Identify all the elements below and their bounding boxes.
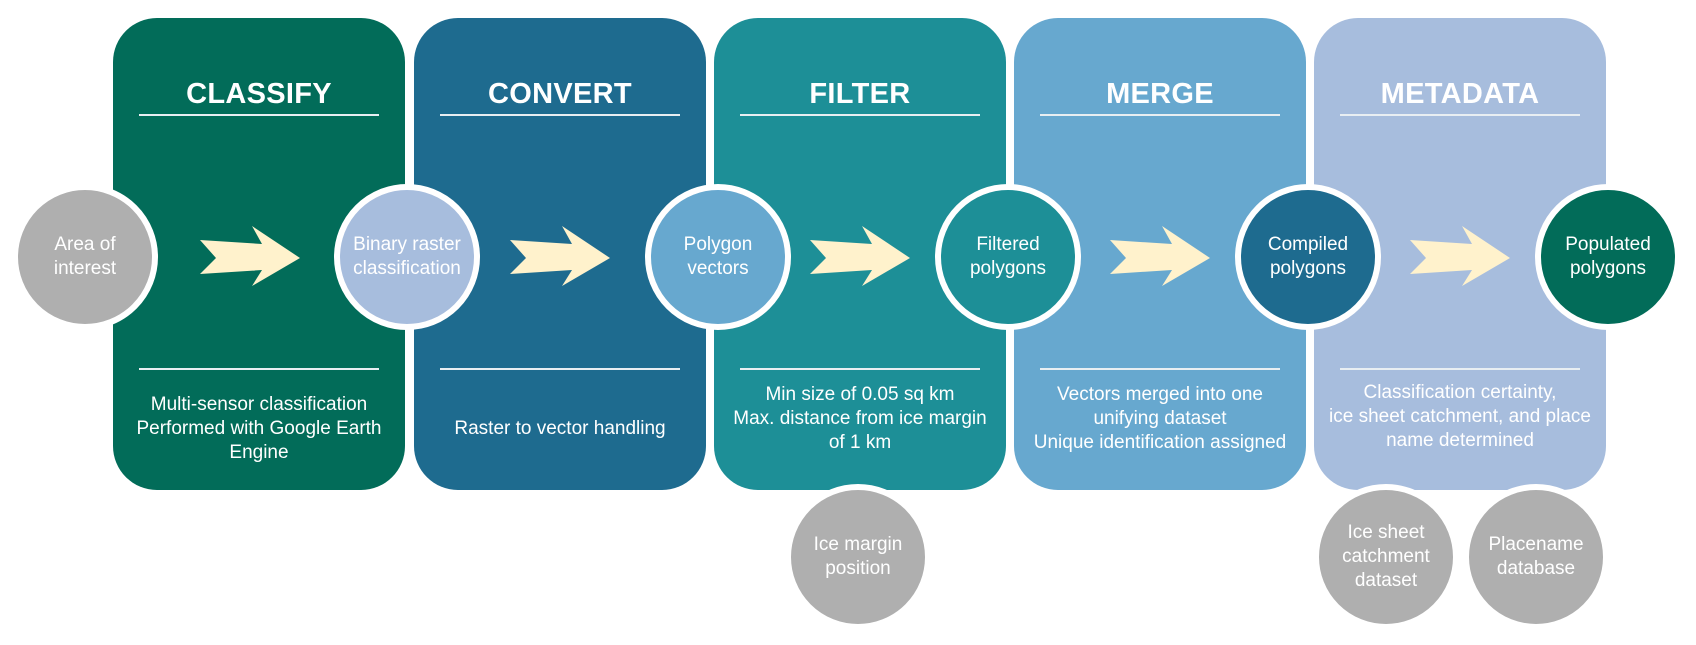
stage-description: Min size of 0.05 sq km Max. distance fro… bbox=[720, 383, 1000, 455]
node-label: Filtered bbox=[976, 234, 1040, 255]
arrow-right-icon bbox=[1410, 226, 1510, 286]
node-binary-raster-classification: Binary raster classification bbox=[334, 184, 480, 330]
stage-description: Vectors merged into one unifying dataset… bbox=[1020, 383, 1300, 455]
node-area-of-interest: Area of interest bbox=[12, 184, 158, 330]
node-label: Populated bbox=[1565, 234, 1651, 255]
description-line: Max. distance from ice margin bbox=[733, 408, 987, 429]
input-label: dataset bbox=[1354, 570, 1418, 591]
description-line: Multi-sensor classification bbox=[150, 394, 368, 415]
description-line: Raster to vector handling bbox=[454, 418, 666, 439]
description-line: Performed with Google Earth bbox=[136, 418, 382, 439]
description-line: Min size of 0.05 sq km bbox=[765, 384, 955, 405]
input-label: Ice sheet bbox=[1347, 522, 1425, 543]
input-label: database bbox=[1496, 558, 1576, 579]
input-label: position bbox=[825, 558, 891, 579]
node-label: classification bbox=[353, 258, 461, 279]
node-populated-polygons: Populated polygons bbox=[1535, 184, 1681, 330]
description-line: ice sheet catchment, and place bbox=[1329, 406, 1591, 427]
stage-title: FILTER bbox=[809, 78, 911, 110]
divider bbox=[1040, 114, 1280, 116]
divider bbox=[139, 368, 379, 370]
stage-description: Classification certainty, ice sheet catc… bbox=[1320, 381, 1600, 453]
stage-title: METADATA bbox=[1380, 78, 1540, 110]
stage-description: Multi-sensor classification Performed wi… bbox=[119, 393, 399, 465]
node-compiled-polygons: Compiled polygons bbox=[1235, 184, 1381, 330]
divider bbox=[740, 368, 980, 370]
node-label: polygons bbox=[1569, 258, 1647, 279]
arrow-right-icon bbox=[810, 226, 910, 286]
divider bbox=[139, 114, 379, 116]
input-label: Ice margin bbox=[813, 534, 903, 555]
description-line: unifying dataset bbox=[1093, 408, 1227, 429]
node-filtered-polygons: Filtered polygons bbox=[935, 184, 1081, 330]
arrow-right-icon bbox=[200, 226, 300, 286]
input-label: catchment bbox=[1342, 546, 1430, 567]
divider bbox=[1340, 114, 1580, 116]
divider bbox=[1340, 368, 1580, 370]
stage-title: MERGE bbox=[1106, 78, 1214, 110]
divider bbox=[740, 114, 980, 116]
divider bbox=[440, 368, 680, 370]
description-line: Vectors merged into one bbox=[1057, 384, 1263, 405]
description-line: of 1 km bbox=[828, 432, 892, 453]
input-ice-margin-position: Ice margin position bbox=[785, 484, 931, 630]
stage-description: Raster to vector handling bbox=[420, 417, 700, 441]
arrow-right-icon bbox=[510, 226, 610, 286]
description-line: Classification certainty, bbox=[1363, 382, 1557, 403]
arrow-right-icon bbox=[1110, 226, 1210, 286]
input-label: Placename bbox=[1488, 534, 1584, 555]
node-label: vectors bbox=[687, 258, 749, 279]
description-line: name determined bbox=[1386, 430, 1534, 451]
node-polygon-vectors: Polygon vectors bbox=[645, 184, 791, 330]
node-label: polygons bbox=[969, 258, 1047, 279]
description-line: Engine bbox=[229, 442, 289, 463]
input-placename-database: Placename database bbox=[1463, 484, 1609, 630]
node-label: Compiled bbox=[1267, 234, 1349, 255]
node-label: Polygon bbox=[683, 234, 753, 255]
input-ice-sheet-catchment-dataset: Ice sheet catchment dataset bbox=[1313, 484, 1459, 630]
description-line: Unique identification assigned bbox=[1033, 432, 1287, 453]
stage-title: CLASSIFY bbox=[186, 78, 332, 110]
divider bbox=[1040, 368, 1280, 370]
node-label: Binary raster bbox=[353, 234, 461, 255]
divider bbox=[440, 114, 680, 116]
node-label: polygons bbox=[1269, 258, 1347, 279]
node-label: interest bbox=[53, 258, 117, 279]
node-label: Area of bbox=[54, 234, 116, 255]
stage-title: CONVERT bbox=[488, 78, 632, 110]
